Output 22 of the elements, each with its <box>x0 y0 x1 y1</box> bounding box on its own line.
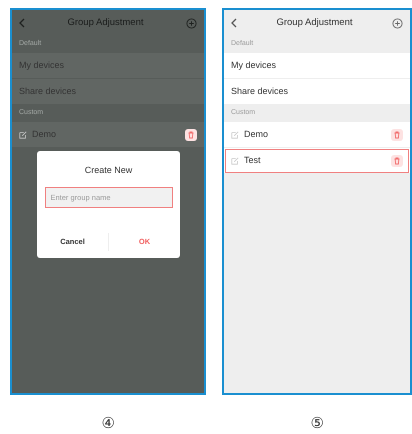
row-label: Test <box>244 154 262 167</box>
screen-title: Group Adjustment <box>275 16 354 30</box>
step-caption: ⑤ <box>310 412 324 434</box>
row-label: Share devices <box>231 84 290 98</box>
screen-title: Group Adjustment <box>66 16 145 30</box>
add-icon[interactable] <box>186 18 197 28</box>
delete-icon[interactable] <box>185 128 197 140</box>
list-row[interactable]: My devices <box>224 53 410 79</box>
edit-icon[interactable] <box>231 156 239 164</box>
step-caption: ④ <box>102 412 114 434</box>
list-row[interactable]: Test <box>224 148 410 174</box>
row-label: Demo <box>244 128 270 141</box>
edit-icon[interactable] <box>231 130 239 138</box>
list-row[interactable]: Share devices <box>224 79 410 105</box>
row-label: My devices <box>231 58 278 72</box>
add-icon[interactable] <box>392 18 403 28</box>
back-icon[interactable] <box>231 18 237 28</box>
list-row[interactable]: Demo <box>224 122 410 148</box>
delete-icon[interactable] <box>391 154 403 166</box>
delete-icon[interactable] <box>391 128 403 140</box>
edit-icon[interactable] <box>19 130 27 138</box>
dialog-title: Create New <box>84 164 132 177</box>
